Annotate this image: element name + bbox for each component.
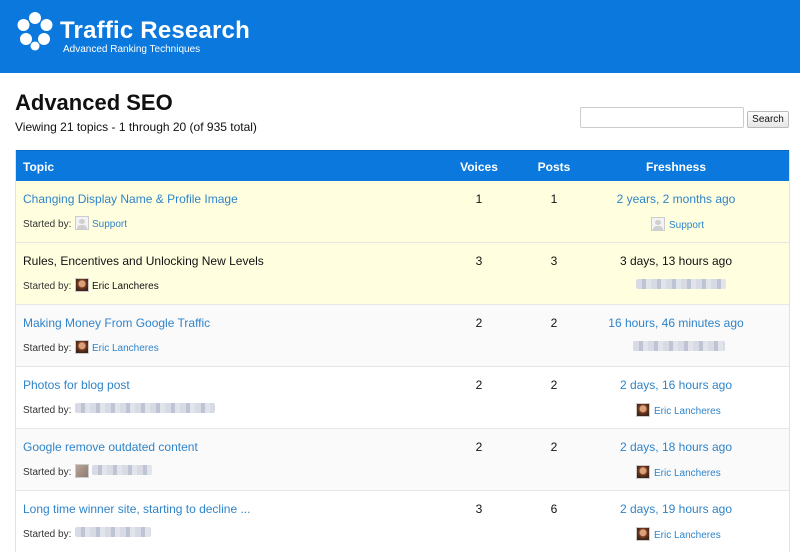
posts-count: 3	[550, 254, 558, 268]
page-title: Advanced SEO	[15, 90, 173, 115]
topic-title-link[interactable]: Rules, Encentives and Unlocking New Leve…	[23, 254, 264, 268]
table-row: Photos for blog post Started by: 2 2 2 d…	[16, 367, 789, 429]
last-author-link[interactable]: Eric Lancheres	[654, 530, 721, 541]
posts-count: 6	[550, 502, 558, 516]
redacted-author	[92, 465, 152, 475]
posts-count: 2	[550, 440, 558, 454]
search-button[interactable]: Search	[747, 111, 789, 128]
table-row: Making Money From Google Traffic Started…	[16, 305, 789, 367]
started-by-label: Started by:	[23, 343, 72, 354]
last-author-avatar[interactable]	[636, 403, 650, 417]
redacted-author	[75, 527, 151, 537]
table-row: Changing Display Name & Profile Image St…	[16, 181, 789, 243]
voices-count: 2	[475, 440, 483, 454]
search-input[interactable]	[580, 107, 744, 128]
author-avatar[interactable]	[75, 278, 89, 292]
voices-count: 3	[475, 502, 483, 516]
freshness-link[interactable]: 2 years, 2 months ago	[576, 192, 776, 206]
column-header-voices: Voices	[460, 160, 498, 174]
site-header: Traffic Research Advanced Ranking Techni…	[0, 0, 800, 73]
author-link[interactable]: Support	[92, 219, 127, 230]
author-link[interactable]: Eric Lancheres	[92, 343, 159, 354]
topic-title-link[interactable]: Making Money From Google Traffic	[23, 316, 210, 330]
last-author-link[interactable]: Support	[669, 220, 704, 231]
started-by-label: Started by:	[23, 467, 72, 478]
started-by-label: Started by:	[23, 529, 72, 540]
redacted-last-author	[636, 279, 726, 289]
voices-count: 2	[475, 316, 483, 330]
freshness-link[interactable]: 2 days, 19 hours ago	[576, 502, 776, 516]
pagination-count: Viewing 21 topics - 1 through 20 (of 935…	[15, 120, 257, 134]
voices-count: 2	[475, 378, 483, 392]
started-by-label: Started by:	[23, 405, 72, 416]
paw-flower-logo-icon[interactable]	[15, 11, 55, 51]
topic-title-link[interactable]: Photos for blog post	[23, 378, 130, 392]
freshness-link[interactable]: 2 days, 16 hours ago	[576, 378, 776, 392]
author-avatar[interactable]	[75, 464, 89, 478]
voices-count: 3	[475, 254, 483, 268]
site-tagline: Advanced Ranking Techniques	[63, 44, 201, 55]
site-title[interactable]: Traffic Research	[60, 17, 250, 45]
started-by-label: Started by:	[23, 281, 72, 292]
topic-title-link[interactable]: Long time winner site, starting to decli…	[23, 502, 250, 516]
posts-count: 1	[550, 192, 558, 206]
voices-count: 1	[475, 192, 483, 206]
column-header-freshness: Freshness	[645, 160, 707, 174]
column-header-posts: Posts	[537, 160, 571, 174]
table-header: Topic Voices Posts Freshness	[16, 150, 789, 181]
started-by-label: Started by:	[23, 219, 72, 230]
redacted-author	[75, 403, 215, 413]
author-avatar[interactable]	[75, 340, 89, 354]
author-avatar[interactable]	[75, 216, 89, 230]
last-author-avatar[interactable]	[636, 465, 650, 479]
last-author-link[interactable]: Eric Lancheres	[654, 406, 721, 417]
table-row: Rules, Encentives and Unlocking New Leve…	[16, 243, 789, 305]
column-header-topic: Topic	[23, 160, 55, 174]
last-author-link[interactable]: Eric Lancheres	[654, 468, 721, 479]
freshness-link[interactable]: 16 hours, 46 minutes ago	[576, 316, 776, 330]
redacted-last-author	[633, 341, 725, 351]
topic-title-link[interactable]: Changing Display Name & Profile Image	[23, 192, 238, 206]
freshness-link[interactable]: 3 days, 13 hours ago	[576, 254, 776, 268]
last-author-avatar[interactable]	[636, 527, 650, 541]
table-row: Long time winner site, starting to decli…	[16, 491, 789, 552]
posts-count: 2	[550, 378, 558, 392]
freshness-link[interactable]: 2 days, 18 hours ago	[576, 440, 776, 454]
topic-title-link[interactable]: Google remove outdated content	[23, 440, 198, 454]
author-link[interactable]: Eric Lancheres	[92, 281, 159, 292]
table-row: Google remove outdated content Started b…	[16, 429, 789, 491]
last-author-avatar[interactable]	[651, 217, 665, 231]
posts-count: 2	[550, 316, 558, 330]
topics-table: Topic Voices Posts Freshness Changing Di…	[15, 150, 790, 552]
